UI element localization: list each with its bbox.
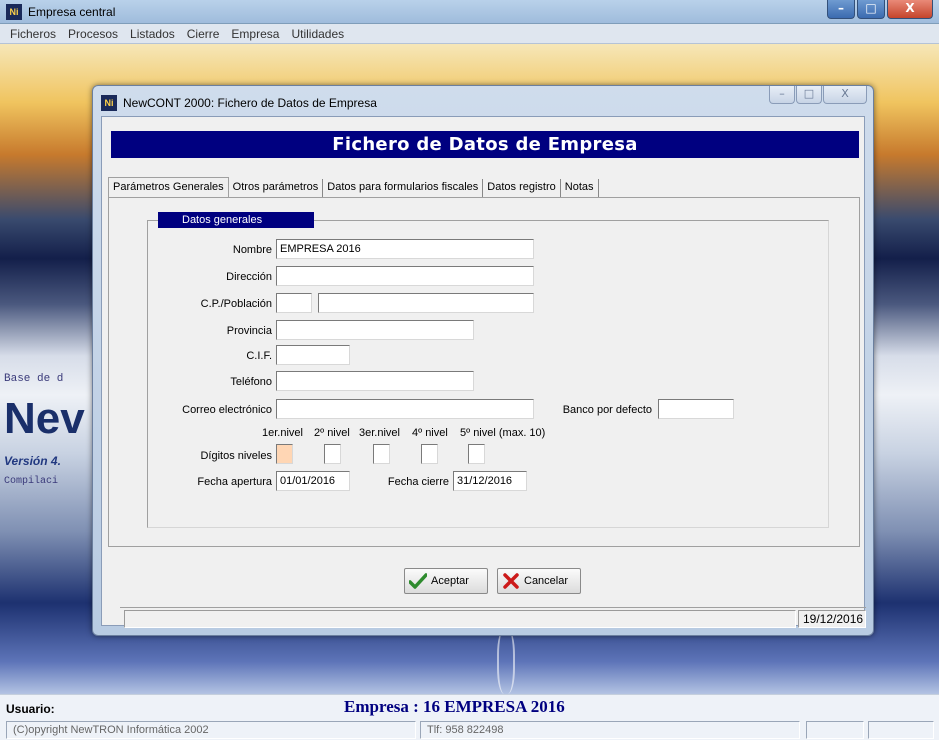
dialog-statusbar: 19/12/2016 xyxy=(120,607,866,628)
tab-formularios-fiscales[interactable]: Datos para formularios fiscales xyxy=(323,179,484,198)
nivel2-field[interactable] xyxy=(324,444,341,464)
telefono-field[interactable] xyxy=(276,371,474,391)
close-button[interactable]: X xyxy=(887,0,933,19)
cancel-button-label: Cancelar xyxy=(524,575,569,587)
usuario-label: Usuario: xyxy=(6,702,55,716)
dialog-maximize-button[interactable]: □ xyxy=(796,86,822,104)
nombre-field[interactable]: EMPRESA 2016 xyxy=(276,239,534,259)
dialog-close-button[interactable]: X xyxy=(823,86,867,104)
main-statusbar: Usuario: Empresa : 16 EMPRESA 2016 (C)op… xyxy=(0,694,939,740)
cif-field[interactable] xyxy=(276,345,350,365)
nivel4-field[interactable] xyxy=(421,444,438,464)
tab-notas[interactable]: Notas xyxy=(561,179,599,198)
background-compile-text: Compilaci xyxy=(4,476,59,487)
digitos-label: Dígitos niveles xyxy=(200,450,272,462)
nivel4-header: 4º nivel xyxy=(412,427,448,439)
nivel2-header: 2º nivel xyxy=(314,427,350,439)
menu-empresa[interactable]: Empresa xyxy=(225,24,285,43)
menu-bar: Ficheros Procesos Listados Cierre Empres… xyxy=(0,24,939,44)
nivel1-header: 1er.nivel xyxy=(262,427,303,439)
poblacion-field[interactable] xyxy=(318,293,534,313)
nivel3-field[interactable] xyxy=(373,444,390,464)
status-date: 19/12/2016 xyxy=(798,610,866,628)
main-window-title: Empresa central xyxy=(28,5,116,19)
maximize-button[interactable]: □ xyxy=(857,0,885,19)
cp-poblacion-label: C.P./Población xyxy=(200,298,272,310)
company-data-dialog: Ni NewCONT 2000: Fichero de Datos de Emp… xyxy=(92,85,874,636)
status-message-pane xyxy=(124,610,796,628)
cif-label: C.I.F. xyxy=(246,350,272,362)
accept-button[interactable]: Aceptar xyxy=(404,568,488,594)
fecha-cierre-label: Fecha cierre xyxy=(387,476,449,488)
menu-ficheros[interactable]: Ficheros xyxy=(4,24,62,43)
correo-field[interactable] xyxy=(276,399,534,419)
cancel-button[interactable]: Cancelar xyxy=(497,568,581,594)
dialog-header-banner: Fichero de Datos de Empresa xyxy=(111,131,859,158)
fecha-cierre-field[interactable]: 31/12/2016 xyxy=(453,471,527,491)
nombre-label: Nombre xyxy=(232,244,272,256)
tab-parametros-generales[interactable]: Parámetros Generales xyxy=(108,177,229,198)
x-icon xyxy=(502,572,520,590)
background-base-text: Base de d xyxy=(4,373,64,385)
provincia-label: Provincia xyxy=(226,325,272,337)
fecha-apertura-label: Fecha apertura xyxy=(197,476,272,488)
nivel5-field[interactable] xyxy=(468,444,485,464)
nivel1-field[interactable] xyxy=(276,444,293,464)
menu-cierre[interactable]: Cierre xyxy=(181,24,226,43)
dialog-app-icon: Ni xyxy=(101,95,117,111)
telefono-label: Teléfono xyxy=(230,376,272,388)
provincia-field[interactable] xyxy=(276,320,474,340)
menu-listados[interactable]: Listados xyxy=(124,24,181,43)
tab-datos-registro[interactable]: Datos registro xyxy=(483,179,561,198)
dialog-title: NewCONT 2000: Fichero de Datos de Empres… xyxy=(123,96,377,110)
minimize-button[interactable]: – xyxy=(827,0,855,19)
status-pane-extra-1 xyxy=(806,721,864,739)
background-light-streak xyxy=(497,629,515,694)
banco-label: Banco por defecto xyxy=(562,404,652,416)
status-pane-extra-2 xyxy=(868,721,934,739)
fecha-apertura-field[interactable]: 01/01/2016 xyxy=(276,471,350,491)
nivel5-header: 5º nivel (max. 10) xyxy=(460,427,546,439)
correo-label: Correo electrónico xyxy=(182,404,272,416)
background-version-text: Versión 4. xyxy=(4,454,61,468)
phone-text: Tlf: 958 822498 xyxy=(420,721,800,739)
cp-field[interactable] xyxy=(276,293,312,313)
main-window-titlebar[interactable]: Ni Empresa central – □ X xyxy=(0,0,939,24)
empresa-info: Empresa : 16 EMPRESA 2016 xyxy=(344,697,565,716)
menu-procesos[interactable]: Procesos xyxy=(62,24,124,43)
menu-utilidades[interactable]: Utilidades xyxy=(285,24,350,43)
direccion-field[interactable] xyxy=(276,266,534,286)
app-icon: Ni xyxy=(6,4,22,20)
checkmark-icon xyxy=(409,572,427,590)
dialog-client-area: Fichero de Datos de Empresa Parámetros G… xyxy=(101,116,866,628)
background-logo-text: Nev xyxy=(4,394,85,443)
accept-button-label: Aceptar xyxy=(431,575,469,587)
tab-strip: Parámetros Generales Otros parámetros Da… xyxy=(108,177,599,198)
dialog-minimize-button[interactable]: – xyxy=(769,86,795,104)
copyright-text: (C)opyright NewTRON Informática 2002 xyxy=(6,721,416,739)
nivel3-header: 3er.nivel xyxy=(359,427,400,439)
group-title: Datos generales xyxy=(158,212,314,228)
banco-field[interactable] xyxy=(658,399,734,419)
tab-otros-parametros[interactable]: Otros parámetros xyxy=(229,179,324,198)
direccion-label: Dirección xyxy=(226,271,272,283)
dialog-titlebar[interactable]: Ni NewCONT 2000: Fichero de Datos de Emp… xyxy=(93,86,873,116)
